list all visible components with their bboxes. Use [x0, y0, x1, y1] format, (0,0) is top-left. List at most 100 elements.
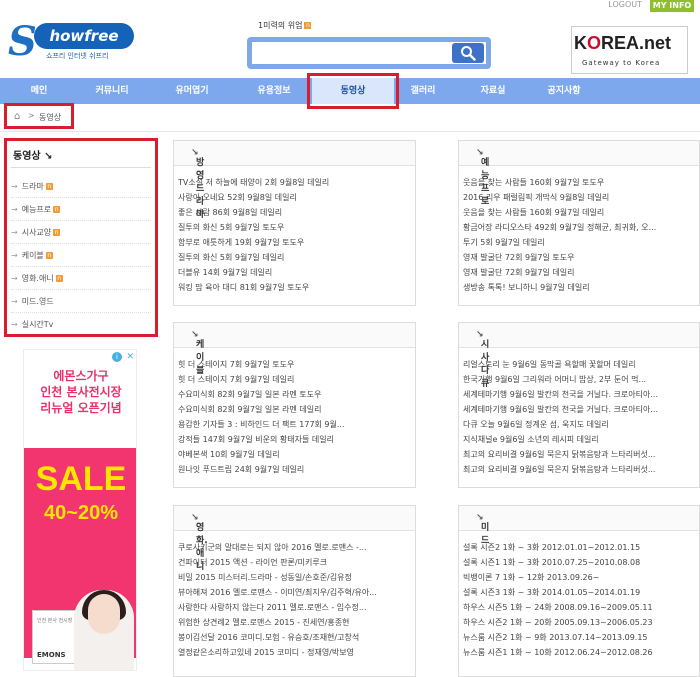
list-item[interactable]: 쿠로사키군의 말대로는 되지 않아 2016 멜로.로맨스 -...	[178, 540, 377, 555]
list-item[interactable]: 세계테마기행 9월6일 발칸의 천국을 거닐다. 크로아티아...	[463, 402, 658, 417]
list-item[interactable]: 하우스 시즌5 1화 ~ 24화 2008.09.16~2009.05.11	[463, 600, 653, 615]
list-item[interactable]: 힛 더 스테이지 7회 9월7일 데일리	[178, 372, 345, 387]
search-icon	[461, 46, 476, 61]
list-item[interactable]: 지식채널e 9월6일 소년의 레시피 데일리	[463, 432, 658, 447]
list-item[interactable]: TV소설 저 하늘에 태양이 2회 9월8일 데일리	[178, 175, 329, 190]
sidebar-item-live-tv[interactable]: → 실시간Tv	[11, 313, 151, 336]
list-item[interactable]: 강적들 147회 9월7일 비운의 황태자들 데일리	[178, 432, 345, 447]
box-title: 예능프로 ↘	[476, 148, 490, 207]
nav-item-info[interactable]: 유용정보	[240, 78, 308, 104]
box-header[interactable]: 영화.애니 ↘	[174, 506, 415, 572]
list-item[interactable]: 야베본색 10회 9월7일 데일리	[178, 447, 345, 462]
list-item[interactable]: 투기 5회 9월7일 데일리	[463, 235, 656, 250]
box-header[interactable]: 미드 ↘	[459, 506, 699, 546]
list-item[interactable]: 용감한 기자들 3 : 비하인드 더 팩트 177회 9월...	[178, 417, 345, 432]
current-affairs-list: 리얼스토리 눈 9월6일 동막골 욕할매 꽃할머 데일리 한국기행 9월6일 그리…	[463, 357, 658, 477]
list-item[interactable]: 사랑한다 사랑하지 않는다 2011 멜로.로맨스 - 임수정...	[178, 600, 377, 615]
list-item[interactable]: 열정같은소리하고있네 2015 코미디 - 정재영/박보영	[178, 645, 377, 660]
arrow-right-icon: →	[11, 320, 18, 329]
hot-keyword[interactable]: 1미력의 위엄 n	[258, 20, 312, 31]
us-drama-box: 미드 ↘ 설록 시즌2 1화 ~ 3화 2012.01.01~2012.01.15…	[458, 505, 700, 677]
ad-choices-icon[interactable]: i	[112, 352, 122, 362]
ad-sale-text: SALE	[35, 460, 127, 498]
ad-banner[interactable]: i ✕ 에몬스가구 인천 본사전시장 리뉴얼 오픈기념 SALE 40~20% …	[23, 349, 137, 671]
list-item[interactable]: 비밀 2015 미스터리.드라마 - 성동일/손호준/김유정	[178, 570, 377, 585]
logo-wordmark: howfree	[34, 23, 134, 49]
chevron-right-icon: >	[28, 111, 35, 120]
list-item[interactable]: 최고의 요리비결 9월6일 묵은지 닭볶음탕과 느타리버섯...	[463, 447, 658, 462]
nav-item-gallery[interactable]: 갤러리	[392, 78, 454, 104]
arrow-right-icon: →	[11, 205, 18, 214]
list-item[interactable]: 다큐 오늘 9월6일 정계운 섬, 욱지도 데일리	[463, 417, 658, 432]
list-item[interactable]: 질투의 화신 5회 9월7일 데일리	[178, 250, 329, 265]
box-header[interactable]: 방영드라마 ↘	[174, 141, 415, 220]
nav-item-community[interactable]: 커뮤니티	[78, 78, 146, 104]
box-header[interactable]: 예능프로 ↘	[459, 141, 699, 207]
sidebar-item-variety[interactable]: → 예능프로 n	[11, 198, 151, 221]
list-item[interactable]: 더블유 14회 9월7일 데일리	[178, 265, 329, 280]
sidebar-item-movie-anime[interactable]: → 영화.애니 n	[11, 267, 151, 290]
list-item[interactable]: 위험한 상견례2 멜로.로맨스 2015 - 진세연/홍종현	[178, 615, 377, 630]
list-item[interactable]: 사랑이 오네요 52회 9월8일 데일리	[178, 190, 329, 205]
list-item[interactable]: 봉이김선달 2016 코미디.모험 - 유승호/조재현/고창석	[178, 630, 377, 645]
list-item[interactable]: 한국기행 9월6일 그리워라 어머니 밥상, 2부 둔어 먹...	[463, 372, 658, 387]
list-item[interactable]: 영재 발굴단 72회 9월7일 토도우	[463, 250, 656, 265]
nav-item-archive[interactable]: 자료실	[462, 78, 524, 104]
list-item[interactable]: 최고의 요리비결 9월6일 묵은지 닭볶음탕과 느타리버섯...	[463, 462, 658, 477]
movie-box: 영화.애니 ↘ 쿠로사키군의 말대로는 되지 않아 2016 멜로.로맨스 -..…	[173, 505, 416, 677]
ad-discount-text: 40~20%	[44, 502, 118, 524]
list-item[interactable]: 영재 발굴단 72회 9월7일 데일리	[463, 265, 656, 280]
cable-list: 힛 더 스테이지 7회 9월7일 토도우 힛 더 스테이지 7회 9월7일 데일리…	[178, 357, 345, 477]
nav-item-main[interactable]: 메인	[8, 78, 70, 104]
breadcrumb: ⌂ > 동영상	[4, 103, 74, 129]
list-item[interactable]: 리얼스토리 눈 9월6일 동막골 욕할매 꽃할머 데일리	[463, 357, 658, 372]
close-icon[interactable]: ✕	[126, 352, 134, 362]
list-item[interactable]: 수요미식회 82회 9월7일 일본 라멘 데일리	[178, 402, 345, 417]
korea-net-banner[interactable]: KOREA.net Gateway to Korea	[571, 26, 688, 74]
nav-item-notice[interactable]: 공지사항	[530, 78, 598, 104]
nav-item-humor[interactable]: 유머엽기	[158, 78, 226, 104]
sidebar-item-current-affairs[interactable]: → 시사교양 n	[11, 221, 151, 244]
us-drama-list: 설록 시즌2 1화 ~ 3화 2012.01.01~2012.01.15 설록 시…	[463, 540, 653, 660]
sidebar-item-drama[interactable]: → 드라마 n	[11, 175, 151, 198]
hot-keyword-text: 1미력의 위엄	[258, 21, 303, 30]
new-badge-icon: n	[304, 22, 312, 29]
list-item[interactable]: 빅뱅이론 7 1화 ~ 12화 2013.09.26~	[463, 570, 653, 585]
site-logo[interactable]: S howfree 쇼프리 인터넷 쉬프리	[8, 20, 136, 64]
breadcrumb-current[interactable]: 동영상	[39, 112, 61, 123]
home-icon[interactable]: ⌂	[14, 111, 20, 122]
list-item[interactable]: 웃음을 찾는 사람들 160회 9월7일 데일리	[463, 205, 656, 220]
list-item[interactable]: 뉴스룸 시즌2 1화 ~ 9화 2013.07.14~2013.09.15	[463, 630, 653, 645]
sidebar-item-us-uk-drama[interactable]: → 미드.영드	[11, 290, 151, 313]
list-item[interactable]: 뉴스룸 시즌1 1화 ~ 10화 2012.06.24~2012.08.26	[463, 645, 653, 660]
list-item[interactable]: 질투의 화신 5회 9월7일 토도우	[178, 220, 329, 235]
list-item[interactable]: 설록 시즌3 1화 ~ 3화 2014.01.05~2014.01.19	[463, 585, 653, 600]
box-header[interactable]: 시사다큐 ↘	[459, 323, 699, 389]
list-item[interactable]: 건파이터 2015 액션 - 라이언 판론/미키루크	[178, 555, 377, 570]
list-item[interactable]: 워킹 맘 육아 대디 81회 9월7일 토도우	[178, 280, 329, 295]
list-item[interactable]: 좋은 사람 86회 9월8일 데일리	[178, 205, 329, 220]
my-info-button[interactable]: MY INFO	[650, 0, 694, 12]
list-item[interactable]: 원나잇 푸드트립 24회 9월7일 데일리	[178, 462, 345, 477]
search-input[interactable]	[254, 44, 448, 62]
search-button[interactable]	[452, 43, 484, 63]
box-header[interactable]: 케이블 ↘	[174, 323, 415, 376]
list-item[interactable]: 설록 시즌1 1화 ~ 3화 2010.07.25~2010.08.08	[463, 555, 653, 570]
list-item[interactable]: 세계테마기행 9월6일 발칸의 천국을 거닐다. 크로아티아...	[463, 387, 658, 402]
top-utility-bar: LOGOUT MY INFO	[0, 0, 700, 12]
logout-link[interactable]: LOGOUT	[608, 0, 642, 9]
list-item[interactable]: 웃음을 찾는 사람들 160회 9월7일 토도우	[463, 175, 656, 190]
list-item[interactable]: 황금어장 라디오스타 492회 9월7일 정해균, 최귀화, 오...	[463, 220, 656, 235]
list-item[interactable]: 설록 시즌2 1화 ~ 3화 2012.01.01~2012.01.15	[463, 540, 653, 555]
list-item[interactable]: 힛 더 스테이지 7회 9월7일 토도우	[178, 357, 345, 372]
box-title: 시사다큐 ↘	[476, 330, 490, 389]
list-item[interactable]: 함부로 애틋하게 19회 9월7일 토도우	[178, 235, 329, 250]
list-item[interactable]: 뷰아해져 2016 멜로.로맨스 - 이미연/최지우/김주혁/유아...	[178, 585, 377, 600]
sidebar-item-cable[interactable]: → 케이블 n	[11, 244, 151, 267]
list-item[interactable]: 2016 리우 패럴림픽 개막식 9월8일 데일리	[463, 190, 656, 205]
list-item[interactable]: 생방송 톡톡! 보니하니 9월7일 데일리	[463, 280, 656, 295]
list-item[interactable]: 수요미식회 82회 9월7일 일본 라멘 토도우	[178, 387, 345, 402]
list-item[interactable]: 하우스 시즌2 1화 ~ 20화 2005.09.13~2006.05.23	[463, 615, 653, 630]
current-affairs-box: 시사다큐 ↘ 리얼스토리 눈 9월6일 동막골 욕할매 꽃할머 데일리 한국기행 9…	[458, 322, 700, 488]
box-title: 영화.애니 ↘	[191, 513, 208, 572]
